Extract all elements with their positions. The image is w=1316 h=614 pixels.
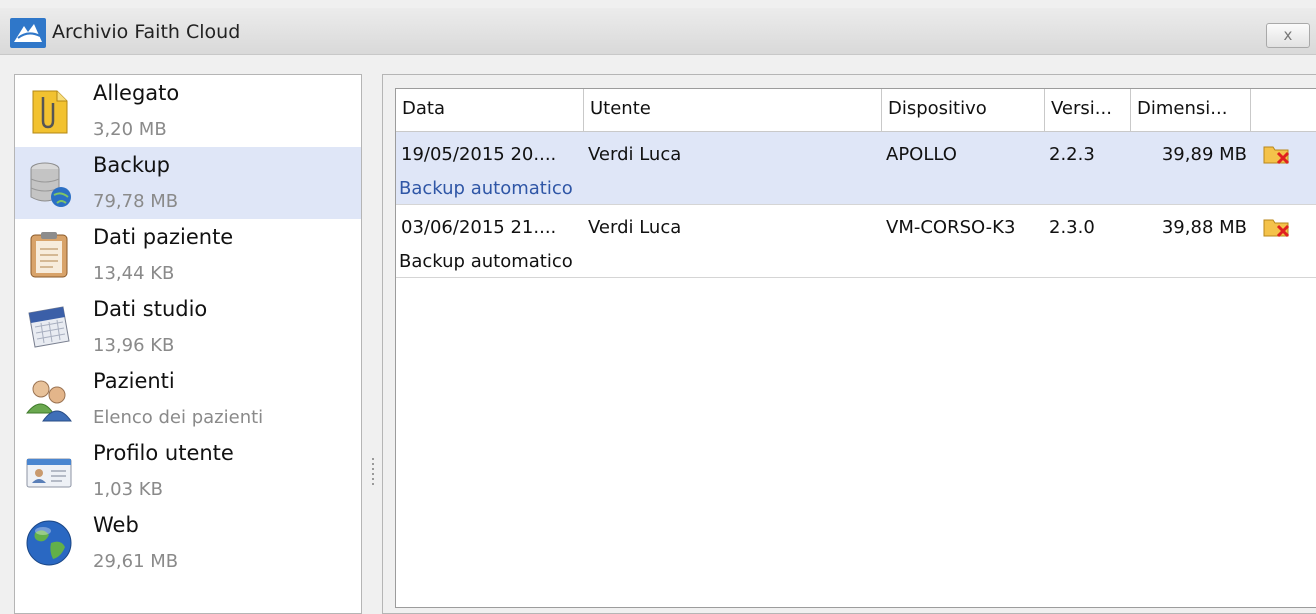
cell-utente: Verdi Luca	[588, 144, 682, 165]
sidebar-item-dati-paziente[interactable]: Dati paziente 13,44 KB	[15, 219, 361, 291]
sidebar-item-label: Profilo utente	[93, 441, 234, 465]
sidebar-item-label: Allegato	[93, 81, 180, 105]
cell-dispositivo: APOLLO	[886, 144, 957, 165]
sidebar-item-label: Pazienti	[93, 369, 175, 393]
cell-utente: Verdi Luca	[588, 217, 682, 238]
cell-data: 03/06/2015 21....	[401, 217, 557, 238]
sidebar-item-size: 79,78 MB	[93, 191, 179, 212]
sidebar-item-allegato[interactable]: Allegato 3,20 MB	[15, 75, 361, 147]
sidebar-item-profilo-utente[interactable]: Profilo utente 1,03 KB	[15, 435, 361, 507]
app-logo-icon	[10, 18, 46, 48]
sidebar-item-label: Web	[93, 513, 139, 537]
clipboard-icon	[30, 232, 68, 278]
delete-folder-icon[interactable]	[1262, 215, 1292, 239]
table-row[interactable]: 19/05/2015 20.... Verdi Luca APOLLO 2.2.…	[396, 132, 1316, 205]
cell-versione: 2.2.3	[1049, 144, 1095, 165]
backup-grid: Data Utente Dispositivo Versi... Dimensi…	[395, 88, 1316, 608]
column-header-actions	[1251, 89, 1316, 131]
archive-category-list: Allegato 3,20 MB Backup 79,78 MB Dati pa…	[14, 74, 362, 614]
sidebar-item-pazienti[interactable]: Pazienti Elenco dei pazienti	[15, 363, 361, 435]
column-header-dispositivo[interactable]: Dispositivo	[882, 89, 1045, 131]
globe-icon	[26, 520, 72, 566]
attachment-icon	[32, 90, 68, 134]
column-header-utente[interactable]: Utente	[584, 89, 882, 131]
cell-dimensione: 39,89 MB	[1161, 144, 1247, 165]
sidebar-item-size: 13,96 KB	[93, 335, 175, 356]
calendar-icon	[28, 306, 70, 348]
sidebar-item-label: Dati paziente	[93, 225, 234, 249]
cell-note: Backup automatico	[399, 178, 573, 199]
panel-splitter-handle[interactable]	[371, 458, 375, 488]
sidebar-item-backup[interactable]: Backup 79,78 MB	[15, 147, 361, 219]
table-row[interactable]: 03/06/2015 21.... Verdi Luca VM-CORSO-K3…	[396, 205, 1316, 278]
cell-dispositivo: VM-CORSO-K3	[886, 217, 1016, 238]
sidebar-item-size: 3,20 MB	[93, 119, 167, 140]
sidebar-item-size: 1,03 KB	[93, 479, 163, 500]
id-card-icon	[26, 458, 72, 488]
sidebar-item-web[interactable]: Web 29,61 MB	[15, 507, 361, 579]
sidebar-item-dati-studio[interactable]: Dati studio 13,96 KB	[15, 291, 361, 363]
users-icon	[25, 380, 72, 422]
close-button[interactable]: x	[1266, 23, 1310, 48]
window-title: Archivio Faith Cloud	[52, 21, 241, 43]
window-titlebar: Archivio Faith Cloud x	[0, 8, 1316, 55]
cell-data: 19/05/2015 20....	[401, 144, 557, 165]
grid-header: Data Utente Dispositivo Versi... Dimensi…	[396, 89, 1316, 132]
cell-versione: 2.3.0	[1049, 217, 1095, 238]
sidebar-item-label: Backup	[93, 153, 170, 177]
cell-dimensione: 39,88 MB	[1161, 217, 1247, 238]
sidebar-item-description: Elenco dei pazienti	[93, 407, 264, 428]
column-header-versione[interactable]: Versi...	[1045, 89, 1131, 131]
column-header-dimensione[interactable]: Dimensi...	[1131, 89, 1251, 131]
sidebar-item-label: Dati studio	[93, 297, 208, 321]
database-globe-icon	[30, 162, 71, 207]
sidebar-item-size: 13,44 KB	[93, 263, 175, 284]
column-header-data[interactable]: Data	[396, 89, 584, 131]
cell-note: Backup automatico	[399, 251, 573, 272]
delete-folder-icon[interactable]	[1262, 142, 1292, 166]
sidebar-item-size: 29,61 MB	[93, 551, 179, 572]
